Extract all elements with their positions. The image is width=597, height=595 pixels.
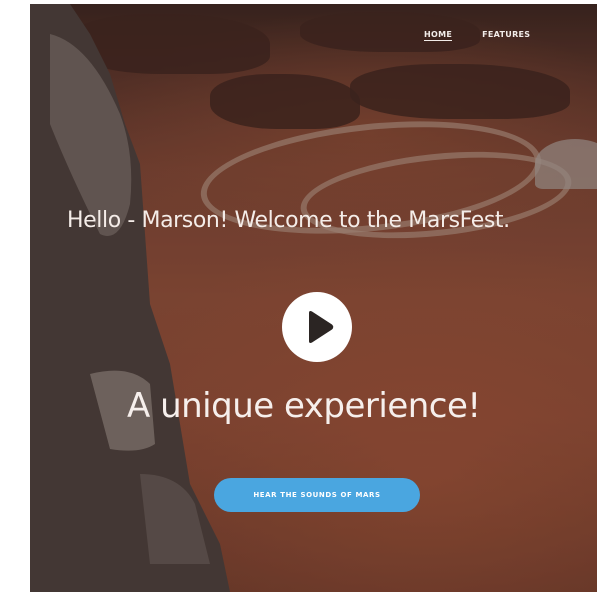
- nav-item-home[interactable]: HOME: [424, 30, 453, 41]
- hear-sounds-button[interactable]: HEAR THE SOUNDS OF MARS: [214, 478, 420, 512]
- top-navigation: HOME FEATURES: [424, 30, 530, 41]
- hero-headline: Hello - Marson! Welcome to the MarsFest.: [67, 208, 510, 233]
- hero-tagline: A unique experience!: [127, 386, 481, 426]
- play-icon: [309, 311, 334, 343]
- nav-item-features[interactable]: FEATURES: [482, 30, 530, 41]
- play-button[interactable]: [282, 292, 352, 362]
